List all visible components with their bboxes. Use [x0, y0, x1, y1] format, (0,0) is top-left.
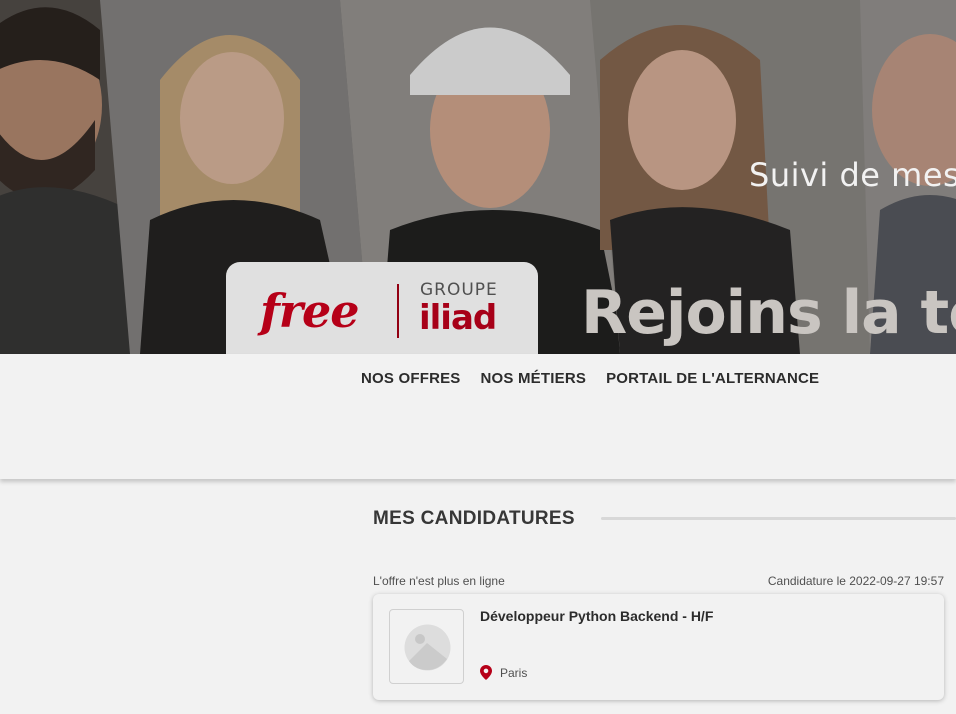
- offer-status: L'offre n'est plus en ligne: [373, 574, 505, 588]
- hero-banner: Suivi de mes free GROUPE iliad Rejoins l…: [0, 0, 956, 354]
- application-date: Candidature le 2022-09-27 19:57: [767, 574, 944, 588]
- brand-iliad-text: iliad: [419, 298, 497, 338]
- image-placeholder-icon: [404, 624, 451, 671]
- nav-link-nos-metiers[interactable]: NOS MÉTIERS: [481, 370, 587, 387]
- hero-slogan: Rejoins la team: [581, 278, 956, 348]
- brand-groupe-text: GROUPE: [420, 280, 498, 300]
- hero-subtitle: Suivi de mes: [749, 156, 956, 194]
- job-thumbnail: [389, 609, 464, 684]
- job-location: Paris: [480, 665, 527, 680]
- nav-link-nos-offres[interactable]: NOS OFFRES: [361, 370, 461, 387]
- map-pin-icon: [480, 665, 492, 680]
- page-title: MES CANDIDATURES: [373, 508, 575, 529]
- application-card[interactable]: Développeur Python Backend - H/F Paris: [373, 594, 944, 700]
- nav-link-portail-alternance[interactable]: PORTAIL DE L'ALTERNANCE: [606, 370, 819, 387]
- job-location-label: Paris: [500, 665, 528, 680]
- brand-logo: free GROUPE iliad: [226, 262, 538, 354]
- brand-divider: [397, 284, 399, 338]
- job-title[interactable]: Développeur Python Backend - H/F: [480, 608, 713, 624]
- main-navigation: NOS OFFRES NOS MÉTIERS PORTAIL DE L'ALTE…: [0, 354, 956, 479]
- brand-free-text: free: [260, 284, 360, 338]
- nav-links: NOS OFFRES NOS MÉTIERS PORTAIL DE L'ALTE…: [361, 370, 819, 387]
- title-divider: [601, 517, 956, 520]
